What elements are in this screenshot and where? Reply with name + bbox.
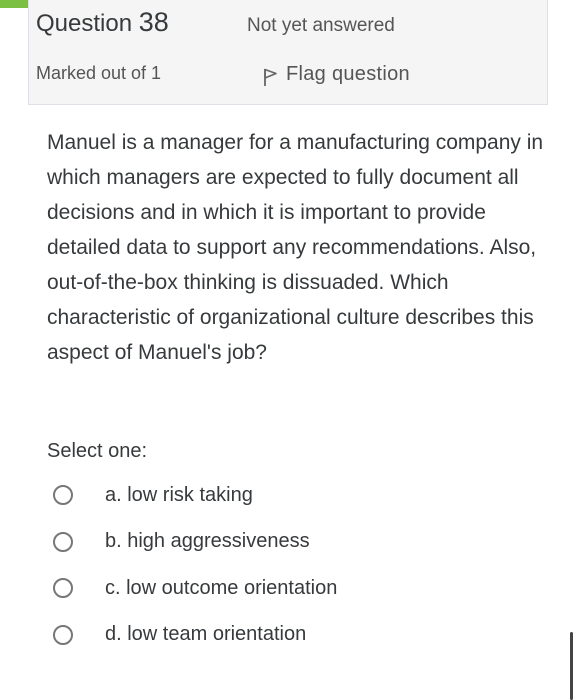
- answer-option-b[interactable]: b. high aggressiveness: [53, 519, 533, 566]
- question-number: Question 38: [36, 7, 169, 38]
- flag-icon: [264, 68, 277, 86]
- flag-question-button[interactable]: Flag question: [262, 61, 410, 87]
- answer-label[interactable]: b. high aggressiveness: [105, 530, 310, 553]
- question-state: Not yet answered: [247, 15, 395, 36]
- answer-label[interactable]: d. low team orientation: [105, 623, 306, 646]
- answer-label[interactable]: a. low risk taking: [105, 484, 253, 507]
- scrollbar[interactable]: [570, 632, 573, 700]
- question-info-panel: Question 38 Not yet answered Marked out …: [28, 0, 548, 105]
- question-label: Question: [36, 10, 133, 37]
- answer-label[interactable]: c. low outcome orientation: [105, 577, 337, 600]
- flag-question-label: Flag question: [286, 62, 410, 85]
- radio-unchecked-icon[interactable]: [53, 485, 73, 506]
- question-number-value: 38: [138, 7, 169, 37]
- radio-unchecked-icon[interactable]: [53, 578, 73, 599]
- answer-options: a. low risk taking b. high aggressivenes…: [53, 472, 533, 658]
- answer-option-d[interactable]: d. low team orientation: [53, 612, 533, 659]
- question-text: Manuel is a manager for a manufacturing …: [47, 131, 544, 364]
- radio-unchecked-icon[interactable]: [53, 624, 73, 645]
- answer-option-c[interactable]: c. low outcome orientation: [53, 565, 533, 612]
- answer-option-a[interactable]: a. low risk taking: [53, 472, 533, 519]
- radio-unchecked-icon[interactable]: [53, 531, 73, 552]
- question-grade: Marked out of 1: [36, 63, 162, 83]
- select-one-prompt: Select one:: [47, 440, 148, 462]
